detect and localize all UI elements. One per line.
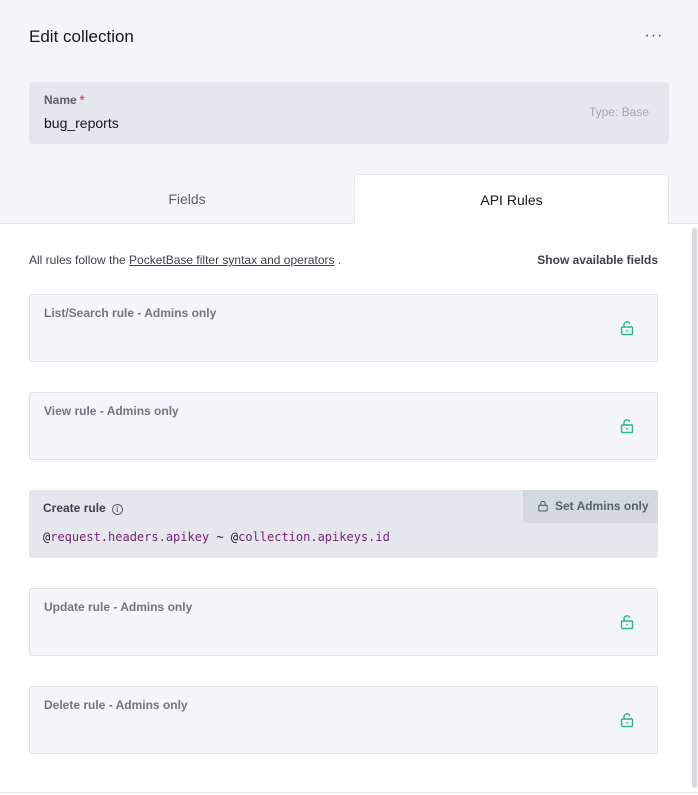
- create-rule-field[interactable]: Create rule i Set Admins only @request.he…: [29, 490, 658, 558]
- set-admins-only-button[interactable]: Set Admins only: [523, 490, 658, 523]
- panel-header: Edit collection ··· Name* Type: Base Fie…: [0, 0, 698, 225]
- name-label: Name *: [44, 93, 85, 107]
- view-rule-field[interactable]: View rule - Admins only: [29, 392, 658, 460]
- view-rule-label: View rule - Admins only: [44, 404, 179, 418]
- lock-icon: [538, 500, 548, 512]
- tab-api-rules[interactable]: API Rules: [354, 174, 669, 225]
- tab-fields[interactable]: Fields: [20, 174, 354, 224]
- page-title: Edit collection: [29, 27, 134, 46]
- required-marker: *: [79, 93, 85, 107]
- delete-rule-field[interactable]: Delete rule - Admins only: [29, 686, 658, 754]
- delete-rule-label: Delete rule - Admins only: [44, 698, 188, 712]
- collection-type-tag: Type: Base: [588, 105, 649, 119]
- list-rule-label: List/Search rule - Admins only: [44, 306, 217, 320]
- name-field[interactable]: Name* Type: Base: [29, 82, 669, 144]
- info-icon[interactable]: i: [111, 504, 123, 515]
- unlock-icon[interactable]: [619, 320, 635, 336]
- create-rule-label: Create rule i: [43, 501, 123, 515]
- more-options-icon[interactable]: ···: [640, 26, 668, 48]
- divider: [0, 792, 698, 793]
- name-input[interactable]: [44, 115, 544, 131]
- unlock-icon[interactable]: [619, 614, 635, 630]
- list-rule-field[interactable]: List/Search rule - Admins only: [29, 294, 658, 362]
- unlock-icon[interactable]: [619, 712, 635, 728]
- show-available-fields-button[interactable]: Show available fields: [537, 253, 658, 267]
- create-rule-code[interactable]: @request.headers.apikey ~ @collection.ap…: [43, 530, 390, 544]
- filter-syntax-link[interactable]: PocketBase filter syntax and operators: [129, 253, 334, 267]
- rules-note: All rules follow the PocketBase filter s…: [29, 253, 342, 267]
- update-rule-field[interactable]: Update rule - Admins only: [29, 588, 658, 656]
- scrollbar[interactable]: [692, 228, 697, 788]
- unlock-icon[interactable]: [619, 418, 635, 434]
- update-rule-label: Update rule - Admins only: [44, 600, 193, 614]
